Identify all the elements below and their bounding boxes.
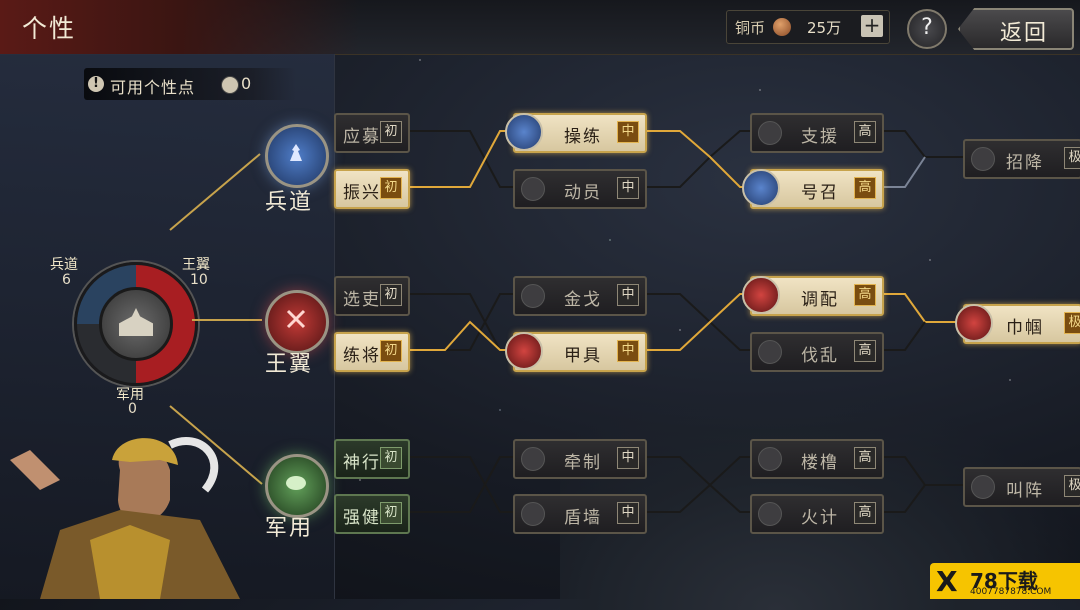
branch-junyong-medallion[interactable] [265,454,329,518]
leaf-icon [286,476,306,490]
tier-badge: 初 [380,121,402,143]
crossed-swords-icon [286,309,306,329]
watermark-url: 4007787878.COM [970,587,1052,597]
trait-node-lianjiang[interactable]: 练将 初 [334,332,410,372]
currency-value: 25万 [807,19,842,37]
page-title: 个性 [22,14,77,43]
back-button[interactable]: 返回 [958,8,1074,50]
trait-node-shenxing[interactable]: 神行 初 [334,439,410,479]
stat-label-bingdao: 兵道 [50,257,78,273]
info-icon[interactable]: ! [88,76,104,92]
tier-badge: 中 [617,284,639,306]
currency-display: 铜币 25万 + [726,10,890,44]
trait-node-qiangjian[interactable]: 强健 初 [334,494,410,534]
soldier-icon [290,144,302,161]
trait-node-zhaoxiang[interactable]: 招降 极 [963,139,1080,179]
branch-wangyi-label: 王翼 [265,352,314,377]
add-currency-button[interactable]: + [861,15,883,37]
trait-node-dunqiang[interactable]: 盾墙 中 [513,494,647,534]
tier-badge: 极 [1064,147,1080,169]
trait-node-zhenxing[interactable]: 振兴 初 [334,169,410,209]
tier-badge: 中 [617,340,639,362]
trait-node-jinge[interactable]: 金戈 中 [513,276,647,316]
trait-name: 巾帼 [1006,318,1044,338]
tier-badge: 初 [380,340,402,362]
trait-name: 招降 [1006,153,1044,173]
tier-badge: 高 [854,121,876,143]
tier-badge: 高 [854,177,876,199]
branch-wangyi-medallion[interactable] [265,290,329,354]
trait-node-dongyuan[interactable]: 动员 中 [513,169,647,209]
watermark-logo: X [936,565,958,598]
trait-node-loulu[interactable]: 楼橹 高 [750,439,884,479]
branch-bingdao-label: 兵道 [265,190,314,215]
trait-node-huoji[interactable]: 火计 高 [750,494,884,534]
stat-value-bingdao: 6 [62,272,71,288]
top-bar: 个性 铜币 25万 + ? 返回 [0,0,1080,55]
general-emblem [99,287,173,361]
help-button[interactable]: ? [907,9,947,49]
stat-value-junyong: 0 [128,401,137,417]
trait-distribution-wheel [74,262,198,386]
trait-node-jiaju[interactable]: 甲具 中 [505,332,647,372]
tier-badge: 初 [380,177,402,199]
tier-badge: 高 [854,340,876,362]
trait-node-xuanli[interactable]: 选吏 初 [334,276,410,316]
general-portrait [10,437,240,599]
site-watermark: X 78下载 4007787878.COM [930,563,1080,599]
available-points-label: 可用个性点 [110,78,196,97]
copper-coin-icon [773,18,791,36]
tier-badge: 中 [617,121,639,143]
tier-badge: 中 [617,502,639,524]
tier-badge: 中 [617,177,639,199]
trait-node-qianzhi[interactable]: 牵制 中 [513,439,647,479]
trait-node-haozhao[interactable]: 号召 高 [742,169,884,209]
tier-badge: 初 [380,502,402,524]
tier-badge: 高 [854,447,876,469]
tier-badge: 中 [617,447,639,469]
trait-name: 叫阵 [1006,481,1044,501]
trait-node-jinguo[interactable]: 巾帼 极 [955,304,1080,344]
tier-badge: 初 [380,447,402,469]
currency-label: 铜币 [735,19,766,37]
tier-badge: 高 [854,502,876,524]
branch-bingdao-medallion[interactable] [265,124,329,188]
stat-label-wangyi: 王翼 [182,257,210,273]
general-silhouette-icon [119,308,153,336]
trait-node-yingmu[interactable]: 应募 初 [334,113,410,153]
trait-node-tiaopei[interactable]: 调配 高 [742,276,884,316]
tier-badge: 高 [854,284,876,306]
trait-node-zhiyuan[interactable]: 支援 高 [750,113,884,153]
tier-badge: 初 [380,284,402,306]
back-label: 返回 [1000,21,1049,46]
tier-badge: 极 [1064,312,1080,334]
trait-node-faluan[interactable]: 伐乱 高 [750,332,884,372]
trait-point-icon [221,76,239,94]
branch-junyong-label: 军用 [265,516,314,541]
stat-value-wangyi: 10 [190,272,208,288]
tier-badge: 极 [1064,475,1080,497]
available-points-value: 0 [241,74,252,93]
trait-node-caolian[interactable]: 操练 中 [505,113,647,153]
trait-node-jiaozhen[interactable]: 叫阵 极 [963,467,1080,507]
